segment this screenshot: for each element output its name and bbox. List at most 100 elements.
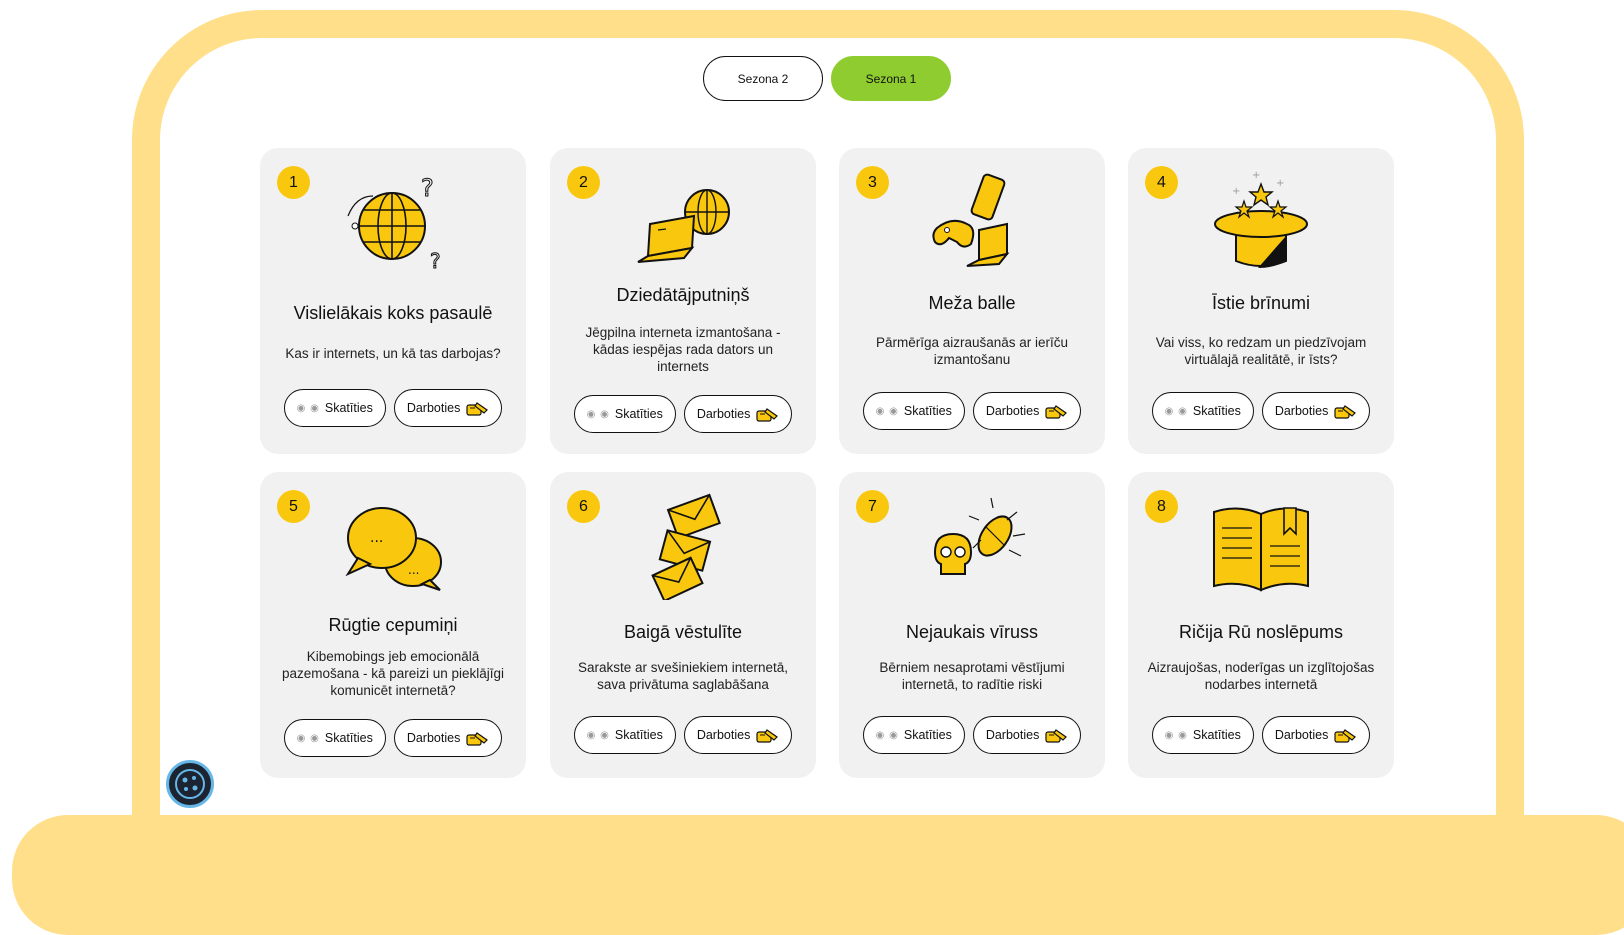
eyes-icon: ◉ ◉ xyxy=(586,729,610,741)
watch-label: Skatīties xyxy=(903,404,952,418)
watch-label: Skatīties xyxy=(324,731,373,745)
hand-pencil-icon xyxy=(1045,405,1067,419)
svg-text:+: + xyxy=(1232,186,1240,197)
episode-card-8[interactable]: 8 Ričija Rū noslēpums Aizraujošas, noder… xyxy=(1128,472,1394,778)
watch-label: Skatīties xyxy=(614,728,663,742)
eyes-icon: ◉ ◉ xyxy=(1164,405,1188,417)
watch-label: Skatīties xyxy=(1192,728,1241,742)
watch-button[interactable]: ◉ ◉ Skatīties xyxy=(1151,392,1254,430)
svg-text:+: + xyxy=(1252,170,1260,181)
episode-description: Kibemobings jeb emocionālā pazemošana - … xyxy=(281,649,505,698)
episode-description: Pārmērīga aizraušanās ar ierīču izmantoš… xyxy=(875,335,1069,367)
watch-button[interactable]: ◉ ◉ Skatīties xyxy=(862,716,965,754)
do-button[interactable]: Darboties xyxy=(1261,392,1371,430)
episode-description: Bērniem nesaprotami vēstījumi internetā,… xyxy=(879,660,1065,692)
svg-text:?: ? xyxy=(421,174,434,202)
episode-title: Dziedātājputniņš xyxy=(616,285,750,305)
watch-button[interactable]: ◉ ◉ Skatīties xyxy=(862,392,965,430)
globe-icon: ? ? xyxy=(347,174,441,274)
episode-description: Aizraujošas, noderīgas un izglītojošas n… xyxy=(1147,660,1375,692)
watch-button[interactable]: ◉ ◉ Skatīties xyxy=(573,716,676,754)
do-label: Darboties xyxy=(1274,728,1329,742)
episode-description: Kas ir internets, un kā tas darbojas? xyxy=(285,346,501,361)
watch-button[interactable]: ◉ ◉ Skatīties xyxy=(1151,716,1254,754)
do-button[interactable]: Darboties xyxy=(972,716,1082,754)
book-icon xyxy=(1213,507,1309,592)
do-label: Darboties xyxy=(696,407,751,421)
hand-pencil-icon xyxy=(756,408,778,422)
do-label: Darboties xyxy=(696,728,751,742)
episode-description: Sarakste ar svešiniekiem internetā, sava… xyxy=(577,660,789,692)
watch-button[interactable]: ◉ ◉ Skatīties xyxy=(283,719,386,757)
watch-label: Skatīties xyxy=(1192,404,1241,418)
tab-season-1[interactable]: Sezona 1 xyxy=(831,56,951,101)
do-button[interactable]: Darboties xyxy=(683,716,793,754)
do-label: Darboties xyxy=(985,404,1040,418)
season-switch: Sezona 2 Sezona 1 xyxy=(703,56,951,101)
episode-card-2[interactable]: 2 Dziedātājputniņš Jēgpilna interneta iz… xyxy=(550,148,816,454)
hand-pencil-icon xyxy=(1334,405,1356,419)
laptop-globe-icon xyxy=(637,189,730,263)
episode-card-3[interactable]: 3 Meža balle Pārmērīga aizraušanās ar ie… xyxy=(839,148,1105,454)
episode-title: Baigā vēstulīte xyxy=(623,622,743,642)
eyes-icon: ◉ ◉ xyxy=(875,729,899,741)
watch-label: Skatīties xyxy=(903,728,952,742)
episode-title: Ričija Rū noslēpums xyxy=(1178,622,1344,642)
do-button[interactable]: Darboties xyxy=(393,389,503,427)
laptop-base xyxy=(12,815,1624,935)
episode-number: 4 xyxy=(1145,166,1178,199)
episode-number: 7 xyxy=(856,490,889,523)
hand-pencil-icon xyxy=(466,402,488,416)
episode-title: Rūgtie cepumiņi xyxy=(328,615,458,635)
watch-button[interactable]: ◉ ◉ Skatīties xyxy=(283,389,386,427)
hand-pencil-icon xyxy=(1334,729,1356,743)
do-button[interactable]: Darboties xyxy=(1261,716,1371,754)
episode-number: 8 xyxy=(1145,490,1178,523)
svg-text:...: ... xyxy=(408,563,419,577)
watch-button[interactable]: ◉ ◉ Skatīties xyxy=(573,395,676,433)
svg-text:...: ... xyxy=(370,530,383,546)
magic-hat-icon: + + + xyxy=(1214,170,1308,268)
watch-label: Skatīties xyxy=(614,407,663,421)
episode-card-4[interactable]: 4 + + + Īstie brīnumi Vai viss, ko redza… xyxy=(1128,148,1394,454)
episode-number: 2 xyxy=(567,166,600,199)
do-label: Darboties xyxy=(1274,404,1329,418)
watch-label: Skatīties xyxy=(324,401,373,415)
hand-pencil-icon xyxy=(1045,729,1067,743)
hand-pencil-icon xyxy=(466,732,488,746)
eyes-icon: ◉ ◉ xyxy=(296,732,320,744)
episode-title: Īstie brīnumi xyxy=(1211,293,1311,313)
envelopes-icon xyxy=(651,493,721,600)
episode-title: Meža balle xyxy=(928,293,1016,313)
episode-title: Vislielākais koks pasaulē xyxy=(293,303,493,323)
episode-number: 1 xyxy=(277,166,310,199)
chat-bubbles-icon: ... ... xyxy=(345,507,442,591)
episode-card-7[interactable]: 7 Nejaukais vīruss Bērniem nesaprotami v… xyxy=(839,472,1105,778)
episode-description: Jēgpilna interneta izmantošana - kādas i… xyxy=(585,325,781,374)
eyes-icon: ◉ ◉ xyxy=(875,405,899,417)
eyes-icon: ◉ ◉ xyxy=(296,402,320,414)
eyes-icon: ◉ ◉ xyxy=(1164,729,1188,741)
do-button[interactable]: Darboties xyxy=(393,719,503,757)
cookie-icon xyxy=(175,769,205,799)
do-button[interactable]: Darboties xyxy=(683,395,793,433)
do-button[interactable]: Darboties xyxy=(972,392,1082,430)
episode-card-5[interactable]: 5 ... ... Rūgtie cepumiņi Kibemobings je… xyxy=(260,472,526,778)
do-label: Darboties xyxy=(985,728,1040,742)
skull-bug-icon xyxy=(933,497,1026,575)
eyes-icon: ◉ ◉ xyxy=(586,408,610,420)
svg-text:+: + xyxy=(1276,178,1284,189)
devices-icon xyxy=(932,173,1010,267)
episode-number: 6 xyxy=(567,490,600,523)
episode-card-1[interactable]: 1 ? ? Vislielākais koks pasaulē Kas ir i… xyxy=(260,148,526,454)
episode-number: 5 xyxy=(277,490,310,523)
do-label: Darboties xyxy=(406,401,461,415)
episode-card-6[interactable]: 6 Baigā vēstulīte Sarakste ar svešinieki… xyxy=(550,472,816,778)
hand-pencil-icon xyxy=(756,729,778,743)
tab-season-2[interactable]: Sezona 2 xyxy=(703,56,823,101)
episode-title: Nejaukais vīruss xyxy=(905,622,1039,642)
cookie-settings-button[interactable] xyxy=(166,760,214,808)
episode-number: 3 xyxy=(856,166,889,199)
svg-text:?: ? xyxy=(430,249,441,273)
do-label: Darboties xyxy=(406,731,461,745)
